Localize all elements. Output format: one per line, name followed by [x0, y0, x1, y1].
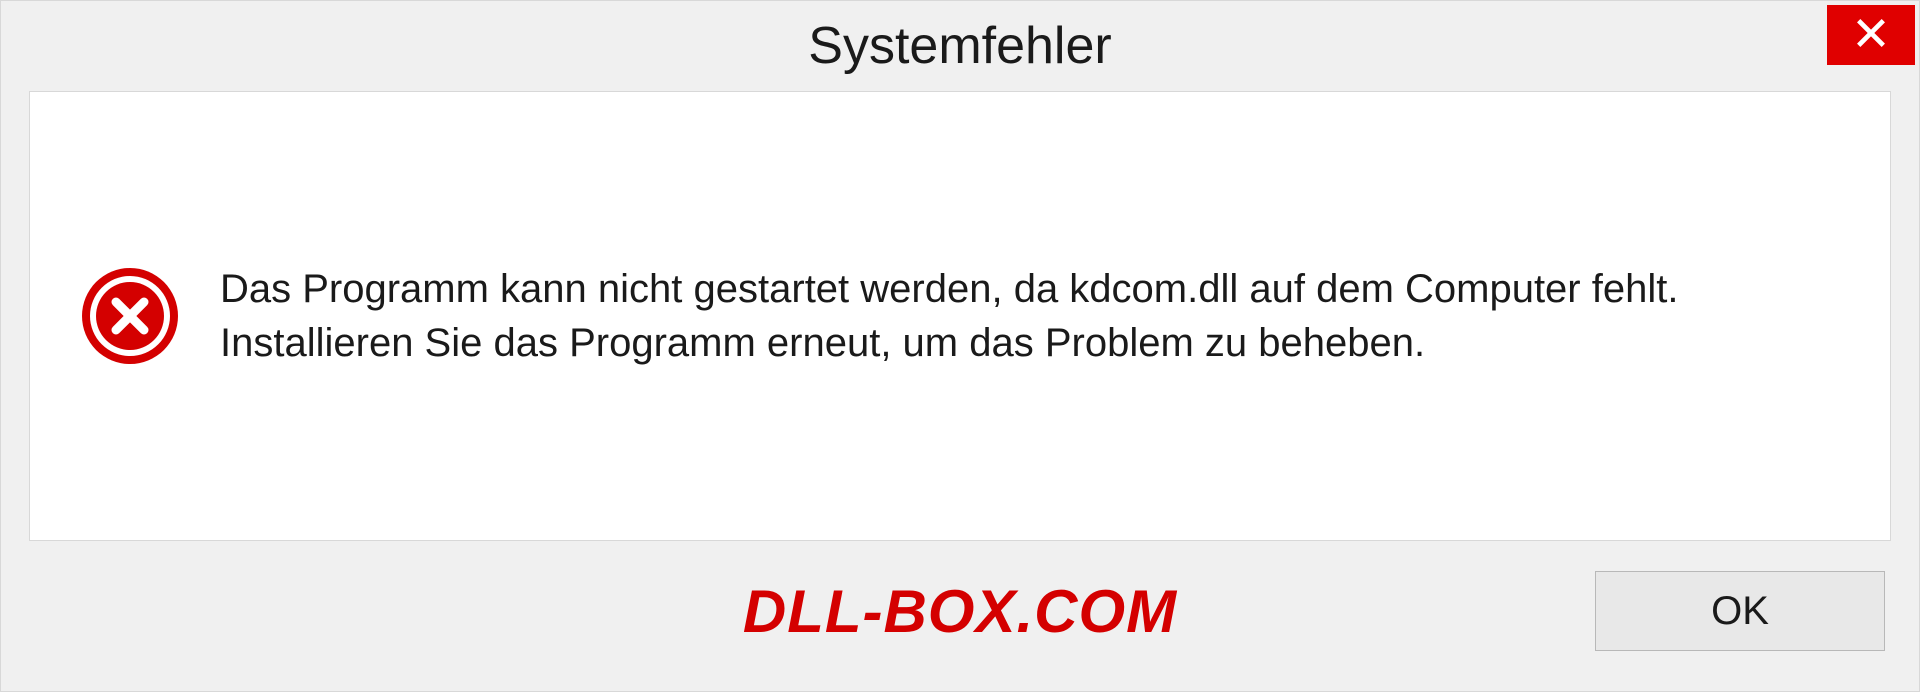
- ok-button[interactable]: OK: [1595, 571, 1885, 651]
- dialog-title: Systemfehler: [808, 16, 1111, 76]
- content-panel: Das Programm kann nicht gestartet werden…: [29, 91, 1891, 541]
- titlebar: Systemfehler: [1, 1, 1919, 91]
- button-row: DLL-BOX.COM OK: [1, 561, 1919, 691]
- error-icon: [80, 266, 180, 366]
- error-message: Das Programm kann nicht gestartet werden…: [220, 262, 1840, 370]
- watermark-text: DLL-BOX.COM: [743, 577, 1177, 646]
- close-button[interactable]: [1827, 5, 1915, 65]
- system-error-dialog: Systemfehler Das Programm kann nicht ges…: [0, 0, 1920, 692]
- close-icon: [1855, 17, 1887, 54]
